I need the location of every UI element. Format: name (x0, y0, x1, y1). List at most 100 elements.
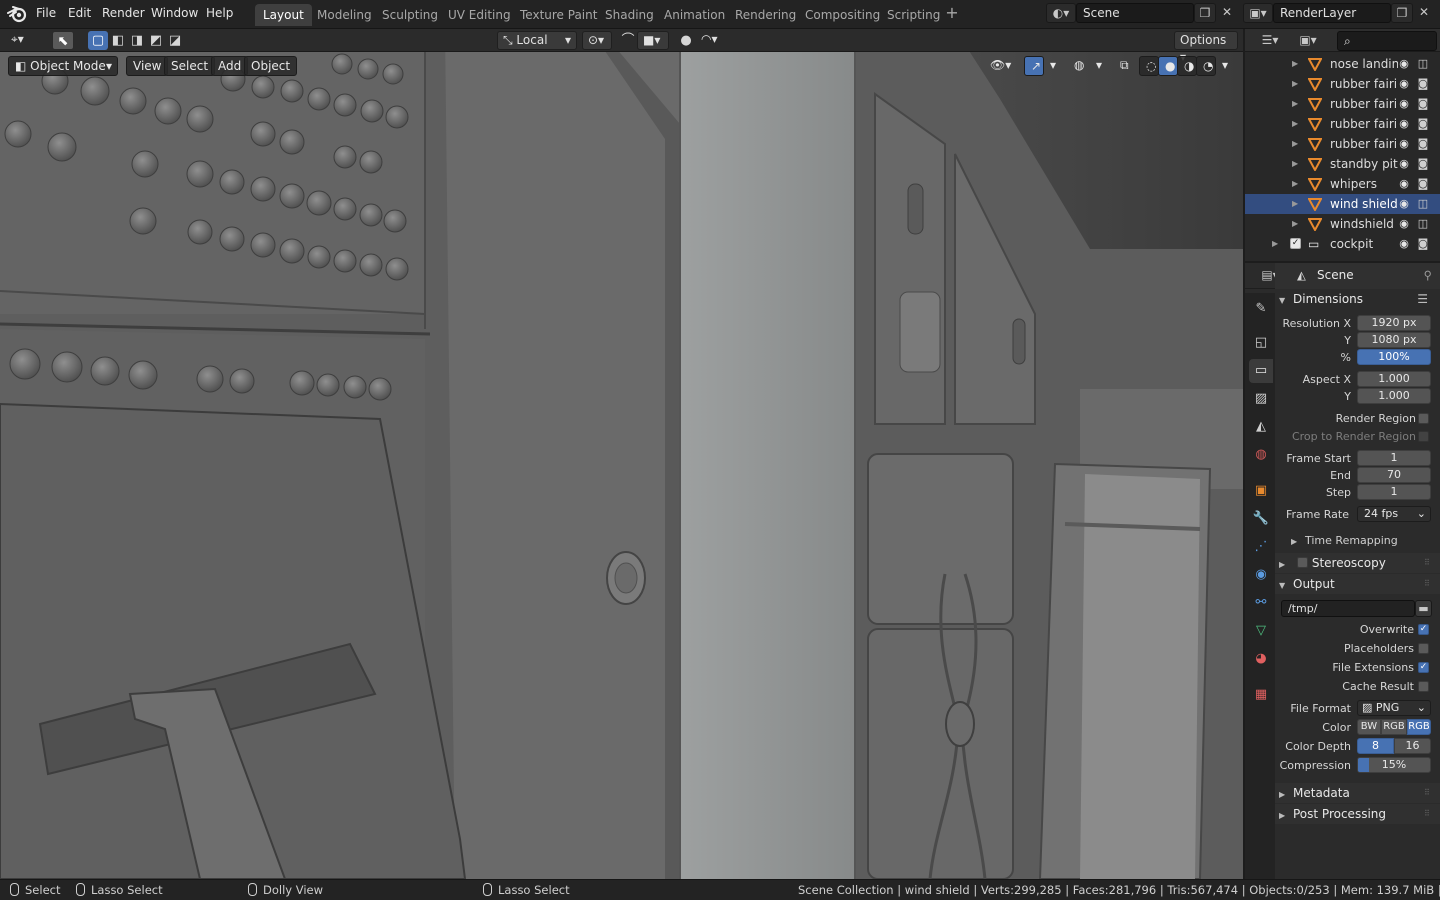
snap-toggle-icon[interactable]: ⌒ (618, 31, 638, 50)
render-tab-icon[interactable]: ◱ (1249, 331, 1273, 355)
color-depth-16-option[interactable]: 16 (1394, 738, 1431, 754)
visibility-eye-icon[interactable]: ◉ (1397, 234, 1411, 254)
render-camera-icon[interactable]: ◙ (1416, 114, 1430, 134)
outliner-row[interactable]: ▶ standby pitit ◉ ◙ (1245, 154, 1440, 174)
physics-tab-icon[interactable]: ◉ (1249, 563, 1273, 587)
snap-target-dropdown[interactable]: ■▾ (637, 31, 669, 50)
scene-delete-icon[interactable]: ✕ (1216, 3, 1238, 23)
select-tool-icon[interactable]: ⬉ (52, 31, 74, 50)
tab-scripting[interactable]: Scripting (879, 4, 948, 26)
file-extensions-checkbox[interactable]: ✓ (1418, 662, 1429, 673)
tab-shading[interactable]: Shading (597, 4, 662, 26)
visibility-eye-icon[interactable]: ◉ (1397, 74, 1411, 94)
menu-render[interactable]: Render (102, 6, 145, 20)
expand-arrow-icon[interactable]: ▶ (1292, 54, 1298, 74)
add-workspace-button[interactable]: + (944, 5, 960, 22)
aspect-y-field[interactable]: 1.000 (1357, 388, 1431, 404)
transform-orientation-dropdown[interactable]: ⤡ Local ▾ (497, 31, 577, 50)
metadata-panel-header[interactable]: ▶ Metadata (1275, 783, 1440, 803)
render-camera-icon[interactable]: ◫ (1416, 194, 1430, 214)
blender-logo-icon[interactable] (7, 5, 27, 23)
render-camera-icon[interactable]: ◙ (1416, 74, 1430, 94)
tool-tab-icon[interactable]: ✎ (1249, 297, 1273, 321)
overlays-dropdown-icon[interactable]: ▾ (1090, 56, 1108, 76)
file-format-dropdown[interactable]: ▨ PNG ⌄ (1357, 700, 1431, 716)
select-mode-invert-icon[interactable]: ◩ (146, 31, 166, 50)
frame-step-field[interactable]: 1 (1357, 484, 1431, 500)
outliner-search-input[interactable]: ⌕ (1337, 31, 1437, 51)
outliner-row-selected[interactable]: ▶ wind shield ◉ ◫ (1245, 194, 1440, 214)
drag-grip-icon[interactable]: ⠿ (1424, 580, 1434, 588)
visibility-eye-icon[interactable]: ◉ (1397, 214, 1411, 234)
frame-end-field[interactable]: 70 (1357, 467, 1431, 483)
add-menu[interactable]: Add (211, 56, 249, 76)
drag-grip-icon[interactable]: ⠿ (1424, 559, 1434, 567)
visibility-eye-icon[interactable]: ◉ (1397, 174, 1411, 194)
output-tab-icon[interactable]: ▭ (1249, 359, 1273, 383)
visibility-eye-icon[interactable]: ◉ (1397, 94, 1411, 114)
outliner-row[interactable]: ▶ rubber fairin ◉ ◙ (1245, 114, 1440, 134)
data-tab-icon[interactable]: ▽ (1249, 619, 1273, 643)
collection-exclude-checkbox[interactable]: ✓ (1290, 238, 1301, 249)
visibility-eye-icon[interactable]: ◉ (1397, 54, 1411, 74)
expand-arrow-icon[interactable]: ▶ (1292, 214, 1298, 234)
compression-slider[interactable]: 15% (1357, 757, 1431, 773)
view-layer-browse-button[interactable]: ▣▾ (1243, 3, 1273, 23)
constraints-tab-icon[interactable]: ⚯ (1249, 591, 1273, 615)
tab-sculpting[interactable]: Sculpting (374, 4, 446, 26)
properties-editor[interactable]: ▤▾ ◭ Scene ⚲ ✎ ◱ ▭ ▨ ◭ ◍ ▣ 🔧 ⋰ ◉ ⚯ ▽ ◕ ▦… (1245, 263, 1440, 879)
color-bw-option[interactable]: BW (1357, 719, 1381, 735)
gizmo-toggle-icon[interactable]: ↗ (1024, 56, 1044, 76)
expand-arrow-icon[interactable]: ▶ (1292, 194, 1298, 214)
view-layer-name-field[interactable]: RenderLayer (1273, 3, 1391, 23)
world-tab-icon[interactable]: ◍ (1249, 443, 1273, 467)
outliner-row[interactable]: ▶ rubber fairin ◉ ◙ (1245, 74, 1440, 94)
object-menu[interactable]: Object (244, 56, 298, 76)
outliner[interactable]: ☰▾ ▣▾ ⌕ ▶ nose landing ◉ ◫ ▶ rubber fair… (1245, 29, 1440, 261)
select-mode-new-icon[interactable]: ▢ (88, 31, 108, 50)
pin-icon[interactable]: ⚲ (1424, 268, 1432, 282)
resolution-percent-field[interactable]: 100% (1357, 349, 1431, 365)
expand-arrow-icon[interactable]: ▶ (1272, 234, 1278, 254)
menu-file[interactable]: File (36, 6, 56, 20)
pivot-point-dropdown[interactable]: ⊙▾ (582, 31, 612, 50)
expand-arrow-icon[interactable]: ▶ (1292, 94, 1298, 114)
view-menu[interactable]: View (126, 56, 169, 76)
aspect-x-field[interactable]: 1.000 (1357, 371, 1431, 387)
tab-rendering[interactable]: Rendering (727, 4, 804, 26)
folder-browse-icon[interactable]: ▬ (1415, 600, 1432, 617)
visibility-dropdown[interactable]: 👁▾ (984, 56, 1020, 76)
proportional-falloff-dropdown[interactable]: ◠▾ (696, 31, 726, 50)
render-camera-icon[interactable]: ◙ (1416, 234, 1430, 254)
frame-rate-dropdown[interactable]: 24 fps ⌄ (1357, 506, 1431, 522)
display-mode-icon[interactable]: ▣▾ (1293, 31, 1323, 51)
cache-result-checkbox[interactable] (1418, 681, 1429, 692)
outliner-row-collection[interactable]: ▶ ✓ ▭ cockpit ◉ ◙ (1245, 234, 1440, 254)
resolution-x-field[interactable]: 1920 px (1357, 315, 1431, 331)
outliner-editor-type-icon[interactable]: ☰▾ (1255, 31, 1285, 51)
color-depth-8-option[interactable]: 8 (1357, 738, 1394, 754)
object-tab-icon[interactable]: ▣ (1249, 479, 1273, 503)
modifiers-tab-icon[interactable]: 🔧 (1249, 507, 1273, 531)
shading-material-icon[interactable]: ◑ (1177, 56, 1197, 76)
scene-tab-icon[interactable]: ◭ (1249, 415, 1273, 439)
object-mode-dropdown[interactable]: ◧ Object Mode ▾ (8, 56, 118, 76)
visibility-eye-icon[interactable]: ◉ (1397, 114, 1411, 134)
visibility-eye-icon[interactable]: ◉ (1397, 134, 1411, 154)
menu-window[interactable]: Window (151, 6, 198, 20)
select-menu[interactable]: Select (164, 56, 216, 76)
scene-name-field[interactable]: Scene (1076, 3, 1194, 23)
frame-start-field[interactable]: 1 (1357, 450, 1431, 466)
visibility-eye-icon[interactable]: ◉ (1397, 194, 1411, 214)
tab-animation[interactable]: Animation (656, 4, 733, 26)
expand-arrow-icon[interactable]: ▶ (1292, 74, 1298, 94)
3d-viewport[interactable]: ⌖▾ ⬉ ▢ ◧ ◨ ◩ ◪ ⤡ Local ▾ ⊙▾ ⌒ ■▾ ● ◠▾ Opt… (0, 29, 1243, 879)
expand-arrow-icon[interactable]: ▶ (1292, 154, 1298, 174)
xray-toggle-icon[interactable]: ⧉ (1114, 56, 1134, 76)
menu-edit[interactable]: Edit (68, 6, 91, 20)
expand-arrow-icon[interactable]: ▶ (1292, 134, 1298, 154)
outliner-row[interactable]: ▶ rubber fairin ◉ ◙ (1245, 94, 1440, 114)
dimensions-panel-header[interactable]: ▼ Dimensions ☰ (1275, 289, 1440, 309)
scene-new-icon[interactable]: ❐ (1194, 3, 1216, 23)
time-remapping-subpanel[interactable]: ▶ Time Remapping (1275, 531, 1440, 551)
